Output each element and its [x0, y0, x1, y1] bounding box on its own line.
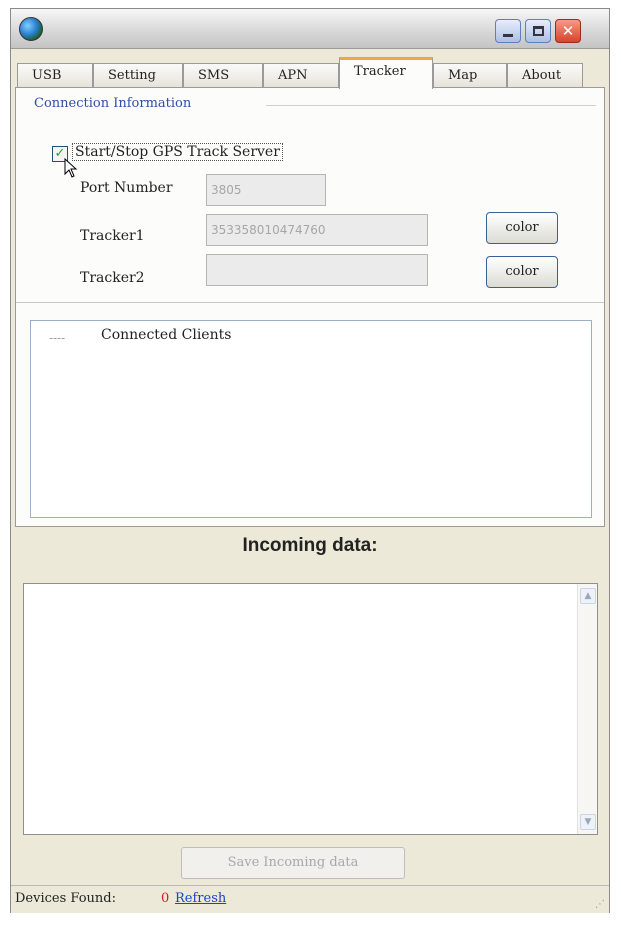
vertical-scrollbar[interactable]: ▲ ▼	[577, 584, 597, 834]
tree-connector: ----	[49, 331, 66, 345]
tab-apn[interactable]: APN	[263, 63, 339, 89]
mouse-cursor-icon	[64, 158, 78, 178]
app-window: ✕ USB Setting SMS APN Tracker Map About …	[10, 8, 610, 913]
maximize-icon	[532, 26, 544, 36]
devices-found-label: Devices Found:	[15, 891, 116, 906]
port-number-field[interactable]: 3805	[206, 174, 326, 206]
status-bar: Devices Found: 0 Refresh ⋰	[11, 885, 609, 913]
tab-tracker[interactable]: Tracker	[339, 57, 433, 89]
scroll-down-icon[interactable]: ▼	[580, 814, 596, 830]
title-bar[interactable]: ✕	[11, 9, 609, 49]
connection-group-title: Connection Information	[34, 96, 198, 111]
maximize-button[interactable]	[525, 19, 551, 43]
tracker2-color-button[interactable]: color	[486, 256, 558, 288]
port-number-label: Port Number	[80, 180, 173, 196]
close-button[interactable]: ✕	[555, 19, 581, 43]
resize-grip-icon[interactable]: ⋰	[595, 899, 605, 910]
minimize-button[interactable]	[495, 19, 521, 43]
tracker1-label: Tracker1	[80, 228, 145, 244]
tab-about[interactable]: About	[507, 63, 583, 89]
incoming-data-textarea[interactable]: ▲ ▼	[23, 583, 598, 835]
close-icon: ✕	[561, 22, 575, 40]
tracker1-color-button[interactable]: color	[486, 212, 558, 244]
incoming-data-title: Incoming data:	[242, 535, 378, 556]
connected-clients-node[interactable]: Connected Clients	[101, 327, 231, 343]
section-divider	[16, 302, 604, 303]
tracker-tab-page: Connection Information ✓ Start/Stop GPS …	[15, 87, 605, 527]
save-incoming-data-button[interactable]: Save Incoming data	[181, 847, 405, 879]
tab-sms[interactable]: SMS	[183, 63, 263, 89]
connected-clients-tree[interactable]: ---- Connected Clients	[30, 320, 592, 518]
tracker2-label: Tracker2	[80, 270, 145, 286]
tab-bar: USB Setting SMS APN Tracker Map About	[15, 55, 607, 89]
minimize-icon	[503, 33, 513, 37]
group-separator	[266, 105, 596, 106]
refresh-link[interactable]: Refresh	[175, 891, 226, 906]
server-checkbox-label[interactable]: Start/Stop GPS Track Server	[72, 143, 283, 161]
globe-icon	[19, 17, 43, 41]
devices-found-count: 0	[161, 891, 170, 906]
scroll-up-icon[interactable]: ▲	[580, 588, 596, 604]
tab-setting[interactable]: Setting	[93, 63, 183, 89]
tracker1-field[interactable]: 353358010474760	[206, 214, 428, 246]
tab-usb[interactable]: USB	[17, 63, 93, 89]
tab-map[interactable]: Map	[433, 63, 507, 89]
tracker2-field[interactable]	[206, 254, 428, 286]
